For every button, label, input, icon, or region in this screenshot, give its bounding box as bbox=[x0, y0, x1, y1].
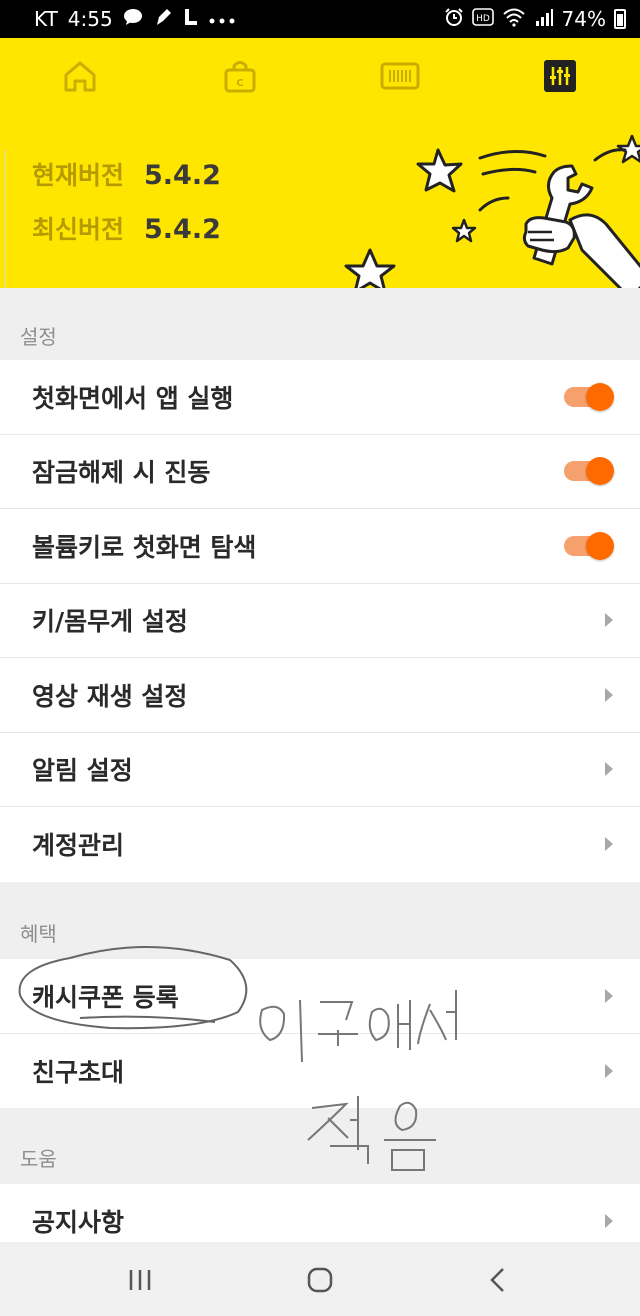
row-label: 친구초대 bbox=[32, 1057, 125, 1087]
wifi-icon bbox=[502, 7, 526, 32]
shopping-bag-icon[interactable]: C bbox=[216, 54, 264, 98]
carrier: KT bbox=[34, 7, 58, 31]
chevron-right-icon bbox=[605, 837, 613, 852]
latest-version-value: 5.4.2 bbox=[144, 214, 221, 245]
row-notification-settings[interactable]: 알림 설정 bbox=[0, 733, 640, 807]
version-header: C 현재버전 5.4.2 최신버전 5.4.2 bbox=[0, 38, 640, 288]
chevron-right-icon bbox=[605, 1063, 613, 1078]
help-list: 공지사항 bbox=[0, 1184, 640, 1242]
row-unlock-vibration[interactable]: 잠금해제 시 진동 bbox=[0, 435, 640, 509]
row-height-weight-settings[interactable]: 키/몸무게 설정 bbox=[0, 584, 640, 658]
settings-sliders-icon[interactable] bbox=[536, 54, 584, 98]
row-cash-coupon-register[interactable]: 캐시쿠폰 등록 bbox=[0, 959, 640, 1034]
status-bar: KT 4:55 HD 74% bbox=[0, 0, 640, 38]
row-label: 알림 설정 bbox=[32, 756, 133, 786]
l-icon bbox=[183, 7, 199, 31]
benefits-list: 캐시쿠폰 등록 친구초대 bbox=[0, 959, 640, 1108]
row-video-playback-settings[interactable]: 영상 재생 설정 bbox=[0, 658, 640, 733]
unlock-vibration-toggle[interactable] bbox=[564, 457, 614, 486]
barcode-icon[interactable] bbox=[376, 54, 424, 98]
row-label: 캐시쿠폰 등록 bbox=[32, 982, 179, 1012]
row-launch-on-home[interactable]: 첫화면에서 앱 실행 bbox=[0, 360, 640, 435]
section-header-help: 도움 bbox=[0, 1108, 640, 1184]
svg-text:C: C bbox=[236, 78, 243, 89]
wrench-stars-illustration bbox=[344, 134, 640, 288]
row-account-management[interactable]: 계정관리 bbox=[0, 807, 640, 882]
latest-version-row: 최신버전 5.4.2 bbox=[32, 210, 221, 246]
recent-apps-icon[interactable] bbox=[120, 1262, 160, 1298]
chevron-right-icon bbox=[605, 1214, 613, 1229]
chevron-right-icon bbox=[605, 988, 613, 1003]
clock: 4:55 bbox=[67, 7, 113, 31]
chevron-right-icon bbox=[605, 687, 613, 702]
row-label: 키/몸무게 설정 bbox=[32, 607, 188, 637]
latest-version-label: 최신버전 bbox=[32, 215, 125, 244]
row-label: 계정관리 bbox=[32, 831, 125, 861]
battery-icon bbox=[614, 9, 626, 29]
back-icon[interactable] bbox=[478, 1262, 518, 1298]
volume-key-navigation-toggle[interactable] bbox=[564, 531, 614, 560]
top-tab-bar: C bbox=[0, 38, 640, 114]
svg-text:HD: HD bbox=[476, 14, 490, 24]
row-invite-friends[interactable]: 친구초대 bbox=[0, 1034, 640, 1109]
row-label: 잠금해제 시 진동 bbox=[32, 458, 211, 488]
current-version-label: 현재버전 bbox=[32, 161, 125, 190]
home-icon[interactable] bbox=[56, 54, 104, 98]
current-version-row: 현재버전 5.4.2 bbox=[32, 156, 221, 192]
row-label: 볼륨키로 첫화면 탐색 bbox=[32, 532, 257, 562]
settings-list: 첫화면에서 앱 실행 잠금해제 시 진동 볼륨키로 첫화면 탐색 키/몸무게 설… bbox=[0, 360, 640, 882]
home-button-icon[interactable] bbox=[300, 1262, 340, 1298]
system-navigation-bar bbox=[0, 1242, 640, 1316]
hd-icon: HD bbox=[471, 7, 494, 31]
signal-icon bbox=[534, 7, 554, 32]
section-header-benefits: 혜택 bbox=[0, 883, 640, 959]
section-header-settings: 설정 bbox=[0, 288, 640, 360]
current-version-value: 5.4.2 bbox=[144, 160, 221, 191]
row-volume-key-navigation[interactable]: 볼륨키로 첫화면 탐색 bbox=[0, 509, 640, 584]
row-label: 공지사항 bbox=[32, 1208, 125, 1238]
row-label: 첫화면에서 앱 실행 bbox=[32, 383, 234, 413]
launch-on-home-toggle[interactable] bbox=[564, 382, 614, 411]
row-notices[interactable]: 공지사항 bbox=[0, 1184, 640, 1242]
chevron-right-icon bbox=[605, 762, 613, 777]
more-dots-icon bbox=[209, 10, 235, 28]
row-label: 영상 재생 설정 bbox=[32, 681, 188, 711]
alarm-icon bbox=[444, 7, 464, 32]
chevron-right-icon bbox=[605, 613, 613, 628]
pen-icon bbox=[153, 7, 173, 31]
chat-bubble-icon bbox=[123, 8, 143, 30]
battery-percent: 74% bbox=[561, 7, 606, 31]
